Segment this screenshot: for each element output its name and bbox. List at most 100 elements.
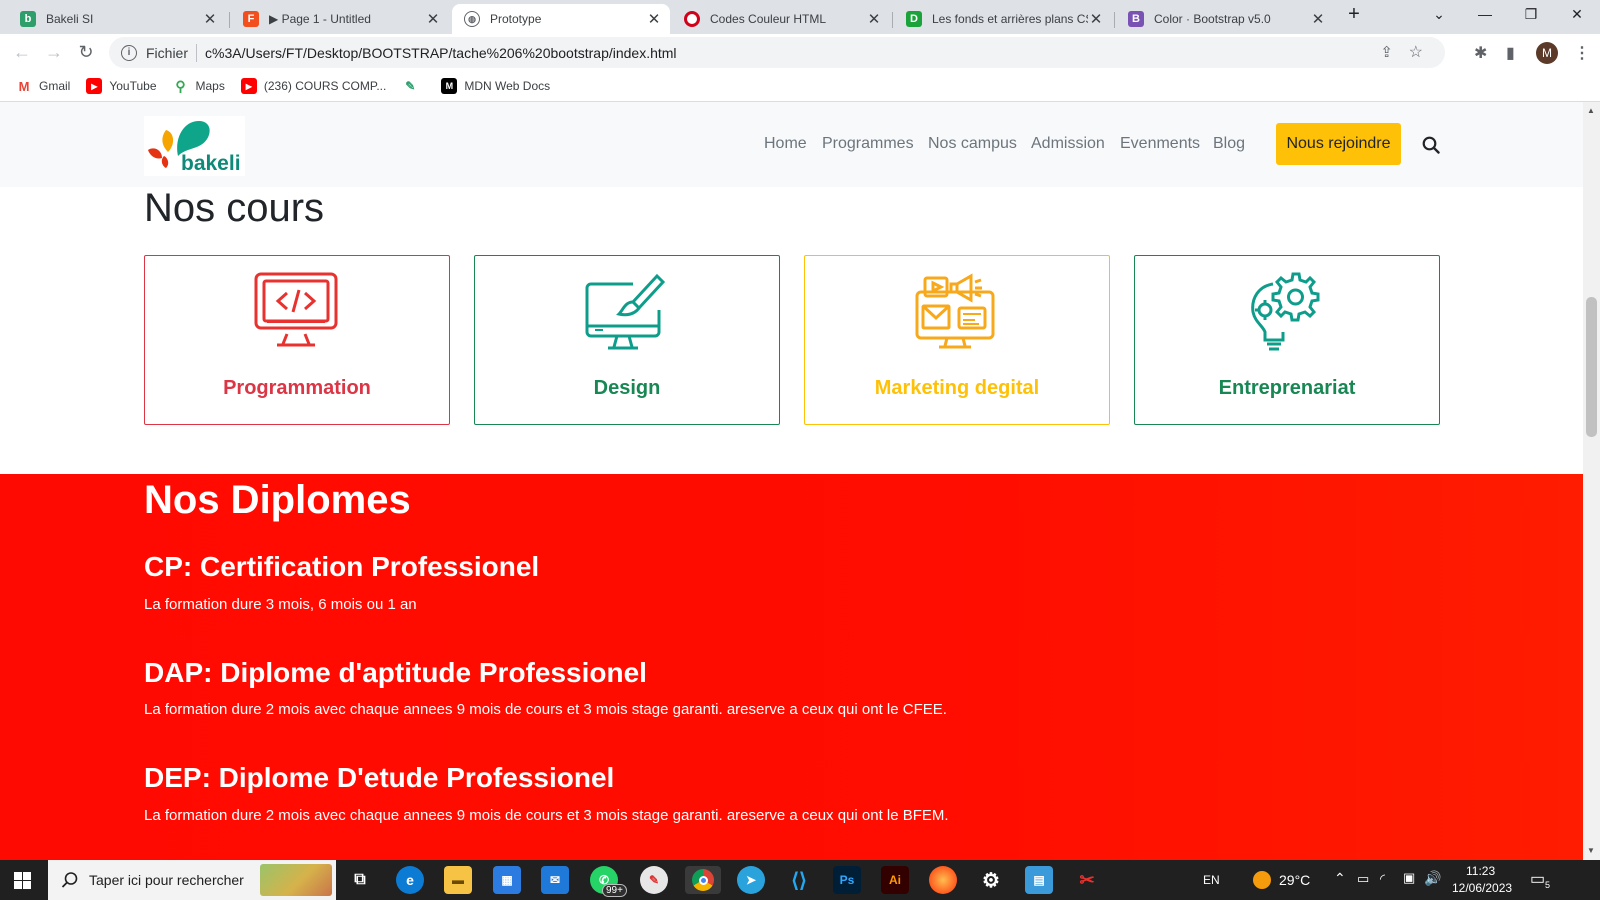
browser-tab-active[interactable]: ◍ Prototype ✕: [452, 4, 670, 34]
volume-icon[interactable]: 🔊: [1424, 870, 1441, 887]
nav-programmes[interactable]: Programmes: [822, 135, 914, 153]
nav-evenments[interactable]: Evenments: [1120, 135, 1200, 153]
nav-blog[interactable]: Blog: [1213, 135, 1245, 153]
extensions-puzzle-icon[interactable]: ✱: [1474, 43, 1487, 63]
search-icon[interactable]: [1422, 136, 1440, 154]
firefox-icon[interactable]: [929, 866, 957, 894]
browser-tab[interactable]: Codes Couleur HTML ✕: [672, 4, 890, 34]
course-card-entreprenariat[interactable]: Entreprenariat: [1134, 255, 1440, 425]
weather-sun-icon[interactable]: [1253, 871, 1271, 889]
close-tab-icon[interactable]: ✕: [646, 10, 662, 28]
settings-gear-icon[interactable]: ⚙: [977, 866, 1005, 894]
notifications-icon[interactable]: ▭: [1530, 869, 1545, 889]
opera-favicon-icon: [684, 11, 700, 27]
show-hidden-icons-chevron-icon[interactable]: ⌃: [1334, 870, 1346, 887]
browser-menu-icon[interactable]: ⋮: [1574, 43, 1590, 63]
globe-favicon-icon: ◍: [464, 11, 480, 27]
bakeli-logo[interactable]: bakeli: [144, 116, 245, 176]
browser-tab-strip: b Bakeli SI ✕ F ▶ Page 1 - Untitled ✕ ◍ …: [0, 0, 1600, 34]
site-info-icon[interactable]: i: [121, 44, 137, 61]
bookmark-cours[interactable]: ▶ (236) COURS COMP...: [240, 78, 386, 94]
bookmark-mdn[interactable]: M MDN Web Docs: [441, 78, 550, 94]
bookmark-gmail[interactable]: M Gmail: [16, 78, 71, 94]
bookmark-maps[interactable]: ⚲ Maps: [173, 78, 224, 94]
close-tab-icon[interactable]: ✕: [866, 10, 882, 28]
share-icon[interactable]: ⇪: [1380, 43, 1393, 61]
code-monitor-icon: [254, 272, 338, 347]
scroll-down-arrow-icon[interactable]: ▼: [1587, 846, 1595, 855]
scrollbar-thumb[interactable]: [1586, 297, 1597, 437]
snipping-tool-icon[interactable]: ✂: [1073, 866, 1101, 894]
profile-avatar[interactable]: M: [1536, 42, 1558, 64]
whatsapp-badge: 99+: [602, 884, 627, 897]
site-navbar: bakeli Home Programmes Nos campus Admiss…: [0, 102, 1583, 187]
clock-time[interactable]: 11:23: [1466, 864, 1495, 878]
photoshop-icon[interactable]: Ps: [833, 866, 861, 894]
design-monitor-icon: [585, 273, 666, 350]
scroll-up-arrow-icon[interactable]: ▲: [1587, 106, 1595, 115]
nav-admission[interactable]: Admission: [1031, 135, 1105, 153]
tab-divider: [229, 12, 230, 28]
file-explorer-icon[interactable]: ▬: [444, 866, 472, 894]
telegram-icon[interactable]: ➤: [737, 866, 765, 894]
tab-title: Prototype: [490, 12, 542, 26]
omnibox-divider: [196, 43, 198, 62]
task-view-icon[interactable]: ⧉: [346, 866, 374, 894]
edge-icon[interactable]: e: [396, 866, 424, 894]
bookmark-star-icon[interactable]: ☆: [1409, 42, 1423, 62]
tab-title: Bakeli SI: [46, 12, 94, 26]
bakeli-logo-mark-icon: bakeli: [144, 116, 245, 176]
language-indicator[interactable]: EN: [1203, 873, 1220, 887]
marketing-icon: [915, 273, 995, 349]
nav-home[interactable]: Home: [764, 135, 807, 153]
chrome-icon[interactable]: [685, 866, 721, 894]
new-tab-button[interactable]: +: [1339, 3, 1369, 26]
course-card-design[interactable]: Design: [474, 255, 780, 425]
minimize-window-icon[interactable]: —: [1470, 6, 1500, 22]
battery-icon[interactable]: ▭: [1357, 871, 1369, 887]
mdn-icon: M: [441, 78, 458, 94]
forward-arrow-icon[interactable]: →: [42, 43, 66, 61]
course-label: Design: [593, 377, 661, 399]
vscode-icon[interactable]: ⟨⟩: [785, 866, 813, 894]
device-icon[interactable]: ▣: [1403, 870, 1415, 886]
close-window-icon[interactable]: ✕: [1562, 6, 1592, 23]
close-tab-icon[interactable]: ✕: [425, 10, 441, 28]
reload-icon[interactable]: ↻: [74, 43, 98, 61]
close-tab-icon[interactable]: ✕: [1310, 10, 1326, 28]
tab-title: Les fonds et arrières plans CSS: [932, 12, 1088, 26]
mail-icon[interactable]: ✉: [541, 866, 569, 894]
gmail-icon: M: [18, 78, 30, 94]
diplome-desc-dep: La formation dure 2 mois avec chaque ann…: [144, 807, 949, 824]
nav-nos-campus[interactable]: Nos campus: [928, 135, 1017, 153]
notifications-count: 5: [1545, 880, 1551, 890]
temperature[interactable]: 29°C: [1279, 872, 1310, 888]
back-arrow-icon[interactable]: ←: [10, 43, 34, 61]
tab-search-chevron-icon[interactable]: ⌄: [1424, 6, 1454, 23]
url-text[interactable]: c%3A/Users/FT/Desktop/BOOTSTRAP/tache%20…: [205, 45, 677, 61]
bookmark-youtube[interactable]: ▶ YouTube: [86, 78, 157, 94]
paint-icon[interactable]: ✎: [640, 866, 668, 894]
taskbar-search-box[interactable]: Taper ici pour rechercher: [48, 860, 336, 900]
course-card-programmation[interactable]: Programmation: [144, 255, 450, 425]
windows-start-icon[interactable]: [14, 872, 31, 889]
bookmark-bakeli[interactable]: ✎: [402, 78, 425, 94]
wifi-icon[interactable]: ◜: [1380, 871, 1385, 887]
diplome-desc-cp: La formation dure 3 mois, 6 mois ou 1 an: [144, 596, 417, 613]
browser-tab[interactable]: D Les fonds et arrières plans CSS ✕: [894, 4, 1112, 34]
browser-tab[interactable]: B Color · Bootstrap v5.0 ✕: [1116, 4, 1334, 34]
restore-window-icon[interactable]: ❐: [1516, 6, 1546, 23]
nous-rejoindre-button[interactable]: Nous rejoindre: [1276, 123, 1401, 165]
close-tab-icon[interactable]: ✕: [202, 10, 218, 28]
course-card-marketing[interactable]: Marketing degital: [804, 255, 1110, 425]
illustrator-icon[interactable]: Ai: [881, 866, 909, 894]
browser-tab[interactable]: F ▶ Page 1 - Untitled ✕: [231, 4, 449, 34]
control-panel-icon[interactable]: ▤: [1025, 866, 1053, 894]
close-tab-icon[interactable]: ✕: [1088, 10, 1104, 28]
page-scrollbar[interactable]: ▲ ▼: [1583, 102, 1600, 860]
address-bar[interactable]: i Fichier c%3A/Users/FT/Desktop/BOOTSTRA…: [109, 37, 1445, 68]
side-panel-icon[interactable]: ▮: [1506, 43, 1515, 63]
browser-tab[interactable]: b Bakeli SI ✕: [8, 4, 226, 34]
clock-date[interactable]: 12/06/2023: [1452, 881, 1512, 895]
microsoft-store-icon[interactable]: ▦: [493, 866, 521, 894]
